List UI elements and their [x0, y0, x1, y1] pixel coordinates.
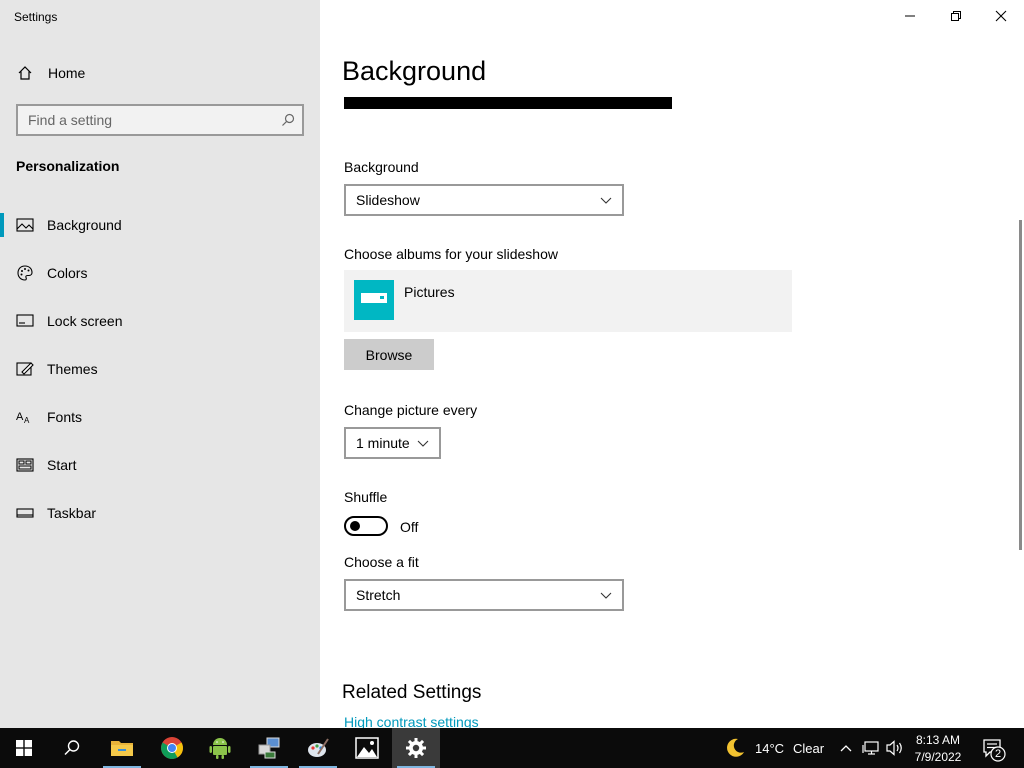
minimize-button[interactable] [887, 0, 933, 32]
weather-condition[interactable]: Clear [793, 741, 824, 756]
themes-icon [16, 360, 34, 378]
taskbar: 14°C Clear 2 [0, 728, 1024, 768]
sidebar-item-label: Start [47, 457, 77, 473]
toggle-knob [350, 521, 360, 531]
svg-text:A: A [24, 416, 30, 425]
sidebar-item-label: Home [48, 65, 86, 81]
background-preview [344, 97, 672, 109]
sidebar-item-label: Taskbar [47, 505, 97, 521]
dropdown-value: Slideshow [356, 192, 420, 208]
lock-screen-icon [16, 312, 34, 330]
sidebar-item-label: Background [47, 217, 122, 233]
background-type-dropdown[interactable]: Slideshow [344, 184, 624, 216]
taskbar-network-tool[interactable] [245, 728, 293, 768]
clock-date[interactable]: 7/9/2022 [906, 750, 970, 764]
sidebar-item-lock-screen[interactable]: Lock screen [0, 301, 320, 341]
weather-temperature[interactable]: 14°C [755, 741, 784, 756]
album-name: Pictures [404, 284, 455, 300]
fit-label: Choose a fit [344, 554, 419, 570]
windows-logo-icon [16, 740, 32, 756]
sidebar-item-start[interactable]: Start [0, 445, 320, 485]
sidebar-item-themes[interactable]: Themes [0, 349, 320, 389]
sidebar-item-colors[interactable]: Colors [0, 253, 320, 293]
close-button[interactable] [978, 0, 1024, 32]
sidebar-item-label: Themes [47, 361, 98, 377]
search-input[interactable] [18, 106, 274, 134]
fit-dropdown[interactable]: Stretch [344, 579, 624, 611]
taskbar-icon [16, 504, 34, 522]
chevron-down-icon [600, 592, 612, 599]
sidebar-item-taskbar[interactable]: Taskbar [0, 493, 320, 533]
dropdown-value: 1 minute [356, 435, 410, 451]
notifications-button[interactable]: 2 [982, 738, 1008, 762]
weather-moon-icon[interactable] [724, 737, 746, 759]
taskbar-photos[interactable] [343, 728, 391, 768]
restore-button[interactable] [933, 0, 979, 32]
fonts-icon: AA [16, 408, 34, 426]
browse-button[interactable]: Browse [344, 339, 434, 370]
volume-icon[interactable] [886, 740, 904, 756]
shuffle-label: Shuffle [344, 489, 388, 505]
taskbar-paint[interactable] [294, 728, 342, 768]
sidebar-item-fonts[interactable]: AA Fonts [0, 397, 320, 437]
clock-time[interactable]: 8:13 AM [906, 733, 970, 747]
network-icon[interactable] [862, 740, 880, 756]
sidebar: Settings Home Personalization Background… [0, 0, 320, 728]
taskbar-settings[interactable] [392, 728, 440, 768]
home-icon [16, 64, 34, 82]
albums-label: Choose albums for your slideshow [344, 246, 558, 262]
sidebar-item-label: Colors [47, 265, 88, 281]
taskbar-android[interactable] [196, 728, 244, 768]
search-icon [64, 740, 80, 756]
page-title: Background [342, 56, 487, 86]
file-explorer-icon [111, 741, 133, 756]
shuffle-toggle[interactable] [344, 516, 388, 536]
chevron-down-icon [600, 197, 612, 204]
interval-label: Change picture every [344, 402, 478, 418]
settings-icon [406, 738, 426, 758]
sidebar-item-label: Lock screen [47, 313, 123, 329]
album-item[interactable]: Pictures [344, 270, 792, 332]
interval-dropdown[interactable]: 1 minute [344, 427, 441, 459]
picture-icon [16, 216, 34, 234]
search-icon[interactable] [280, 112, 296, 128]
taskbar-chrome[interactable] [148, 728, 196, 768]
network-tool-icon [258, 737, 280, 759]
taskbar-file-explorer[interactable] [98, 728, 146, 768]
sidebar-item-home[interactable]: Home [0, 53, 320, 93]
shuffle-state: Off [400, 519, 419, 535]
scrollbar[interactable] [1019, 220, 1022, 550]
close-icon [995, 10, 1007, 22]
search-box[interactable] [16, 104, 304, 136]
photos-icon [355, 737, 379, 759]
start-button[interactable] [0, 728, 48, 768]
sidebar-item-label: Fonts [47, 409, 83, 425]
chevron-up-icon[interactable] [838, 740, 854, 756]
minimize-icon [905, 15, 915, 17]
related-settings-title: Related Settings [342, 682, 482, 703]
android-icon [209, 738, 231, 759]
app-title: Settings [14, 10, 58, 24]
start-icon [16, 456, 34, 474]
chevron-down-icon [417, 440, 429, 447]
dropdown-value: Stretch [356, 587, 401, 603]
section-title: Personalization [16, 158, 120, 174]
sidebar-item-background[interactable]: Background [0, 205, 320, 245]
taskbar-search-button[interactable] [48, 728, 96, 768]
svg-text:A: A [16, 411, 24, 423]
main-content: Background Background Slideshow Choose a… [320, 0, 1024, 730]
restore-icon [951, 11, 961, 21]
notification-count: 2 [994, 748, 1002, 760]
palette-icon [16, 264, 34, 282]
chrome-icon [161, 737, 183, 759]
folder-icon [354, 280, 394, 320]
background-label: Background [344, 159, 419, 175]
paint-icon [308, 738, 329, 757]
